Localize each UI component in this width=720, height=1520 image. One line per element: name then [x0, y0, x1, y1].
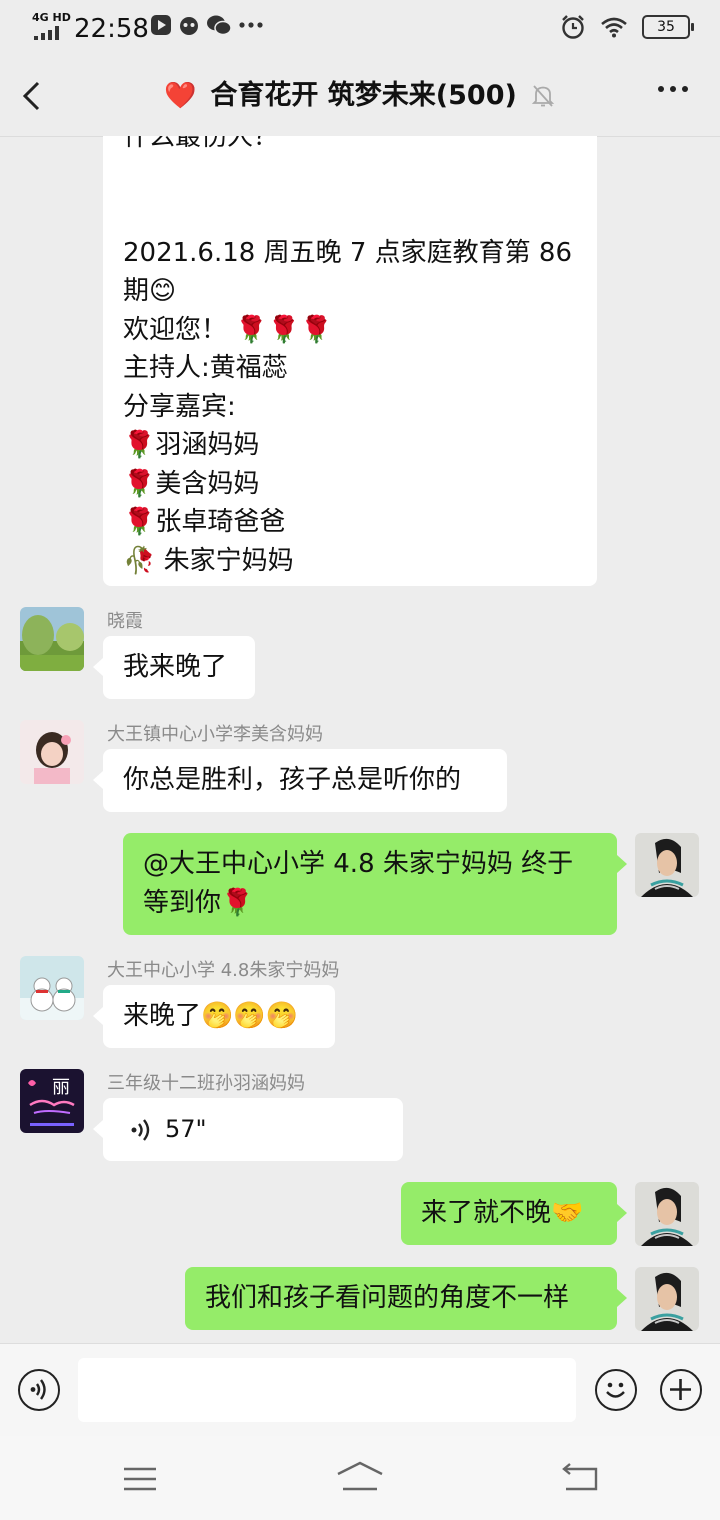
message-bubble[interactable]: 你总是胜利，孩子总是听你的	[93, 749, 507, 812]
sender-name: 大王镇中心小学李美含妈妈	[107, 724, 323, 745]
emoji-icon	[606, 1382, 625, 1398]
voice-message-bubble[interactable]: 57"	[93, 1098, 403, 1161]
avatar-self[interactable]	[635, 1267, 699, 1331]
message-line: 分享嘉宾:	[123, 391, 236, 422]
network-indicator: 4G HD	[32, 11, 71, 24]
message-line: 🌹羽涵妈妈	[123, 430, 260, 460]
avatar[interactable]	[20, 956, 84, 1020]
avatar-self[interactable]	[635, 833, 699, 897]
message-line: 什么最伤人？	[123, 136, 280, 152]
message-line: 🥀 朱家宁妈妈	[123, 545, 294, 576]
plus-icon	[670, 1379, 691, 1400]
wifi-icon	[601, 17, 627, 38]
message-bubble[interactable]: 我来晚了	[93, 636, 255, 699]
message-text: 来晚了🤭🤭🤭	[123, 1001, 299, 1031]
back-arrow-icon[interactable]	[18, 78, 46, 114]
wechat-icon	[207, 15, 232, 36]
message-line: 欢迎您！ 🌹🌹🌹	[123, 314, 333, 345]
message-text: 我们和孩子看问题的角度不一样	[205, 1283, 570, 1313]
status-bar: 4G HD 22:58 35	[0, 0, 720, 56]
back-nav-icon[interactable]	[561, 1462, 599, 1492]
input-bar	[0, 1343, 720, 1437]
message-input[interactable]	[78, 1358, 576, 1422]
message-line: 2021.6.18 周五晚 7 点家庭教育第 86	[123, 237, 573, 268]
voice-duration: 57"	[165, 1115, 207, 1143]
sender-name: 大王中心小学 4.8朱家宁妈妈	[107, 960, 340, 981]
message-line: 🌹美含妈妈	[123, 468, 260, 499]
home-icon[interactable]	[335, 1460, 385, 1492]
message-bubble-self[interactable]: 我们和孩子看问题的角度不一样	[185, 1267, 627, 1330]
alarm-icon	[562, 15, 584, 39]
message-text: 来了就不晚🤝	[421, 1198, 584, 1228]
voice-input-button[interactable]	[18, 1369, 60, 1411]
chat-title: 合育花开 筑梦未来(500)	[210, 80, 517, 111]
sender-name: 三年级十二班孙羽涵妈妈	[107, 1073, 305, 1094]
message-line: 主持人:黄福蕊	[123, 353, 288, 383]
video-app-icon	[151, 15, 171, 35]
message-bubble-self[interactable]: @大王中心小学 4.8 朱家宁妈妈 终于 等到你🌹	[123, 833, 627, 935]
more-notifications-icon	[239, 22, 263, 28]
battery-indicator: 35	[642, 15, 694, 39]
system-icons: 35	[560, 14, 694, 40]
mute-bell-icon	[531, 85, 555, 107]
clock: 22:58	[74, 14, 149, 44]
message-bubble[interactable]: 来晚了🤭🤭🤭	[93, 985, 335, 1048]
plus-button[interactable]	[660, 1369, 702, 1411]
message-line: 等到你🌹	[143, 887, 254, 918]
more-icon[interactable]	[656, 84, 690, 94]
emoji-button[interactable]	[595, 1369, 637, 1411]
chat-title-group[interactable]: ❤️ 合育花开 筑梦未来(500)	[164, 78, 555, 114]
notification-icons	[150, 14, 264, 36]
message-bubble-long[interactable]: 什么最伤人？ 2021.6.18 周五晚 7 点家庭教育第 86 期😊 欢迎您！…	[103, 136, 597, 586]
avatar[interactable]	[20, 607, 84, 671]
system-nav-bar	[0, 1436, 720, 1520]
avatar-self[interactable]	[635, 1182, 699, 1246]
message-line: @大王中心小学 4.8 朱家宁妈妈 终于	[143, 849, 574, 879]
message-text: 你总是胜利，孩子总是听你的	[123, 765, 462, 795]
voice-icon	[30, 1379, 46, 1400]
heart-emoji: ❤️	[164, 81, 197, 111]
avatar[interactable]: 丽	[20, 1069, 84, 1133]
avatar[interactable]	[20, 720, 84, 784]
chat-header: ❤️ 合育花开 筑梦未来(500)	[0, 56, 720, 137]
menu-icon[interactable]	[122, 1466, 158, 1492]
message-line: 期😊	[123, 276, 177, 306]
message-text: 我来晚了	[123, 652, 228, 682]
sender-name: 晓霞	[107, 611, 143, 632]
message-bubble-self[interactable]: 来了就不晚🤝	[401, 1182, 627, 1245]
message-line: 🌹张卓琦爸爸	[123, 507, 286, 537]
signal-icon	[34, 26, 59, 40]
voice-icon	[131, 1119, 150, 1141]
game-app-icon	[180, 17, 198, 35]
message-list[interactable]: 什么最伤人？ 2021.6.18 周五晚 7 点家庭教育第 86 期😊 欢迎您！…	[0, 136, 720, 1343]
